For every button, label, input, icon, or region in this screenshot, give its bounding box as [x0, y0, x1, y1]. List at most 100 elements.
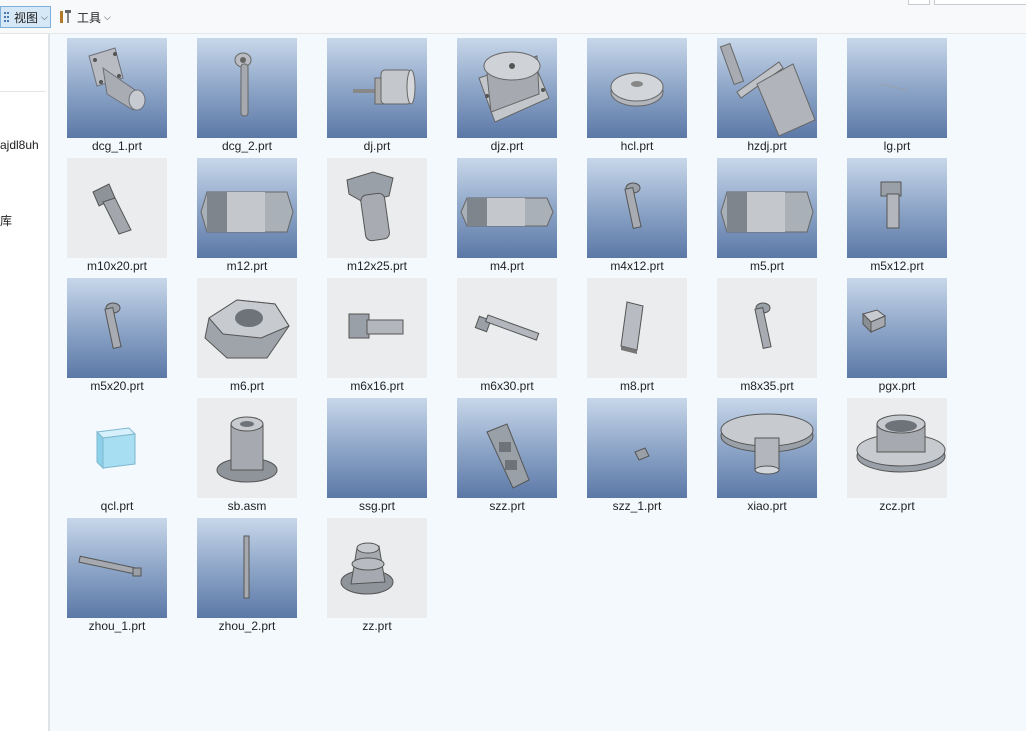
- file-name: djz.prt: [490, 139, 524, 153]
- file-thumbnail: [67, 398, 167, 498]
- file-name: m4.prt: [489, 259, 524, 273]
- file-grid: dcg_1.prt dcg_2.prt dj.prt djz.prt hcl.prt hz…: [50, 34, 1026, 731]
- file-thumbnail: [327, 158, 427, 258]
- file-name: m8.prt: [619, 379, 654, 393]
- file-item[interactable]: xiao.prt: [711, 394, 821, 513]
- file-thumbnail: [457, 278, 557, 378]
- file-name: szz_1.prt: [612, 499, 662, 513]
- sidebar-item[interactable]: ajdl8uh: [0, 138, 48, 152]
- search-field-edge[interactable]: [934, 0, 1026, 5]
- file-item[interactable]: m5x20.prt: [61, 274, 171, 393]
- file-thumbnail: [587, 38, 687, 138]
- file-thumbnail: [327, 398, 427, 498]
- file-thumbnail: [457, 158, 557, 258]
- file-item[interactable]: djz.prt: [451, 34, 561, 153]
- file-item[interactable]: m8x35.prt: [711, 274, 821, 393]
- file-name: zhou_2.prt: [218, 619, 276, 633]
- file-name: m6x16.prt: [350, 379, 404, 393]
- chevron-down-icon: ⌵: [41, 11, 48, 22]
- file-item[interactable]: dj.prt: [321, 34, 431, 153]
- file-thumbnail: [197, 518, 297, 618]
- file-thumbnail: [67, 158, 167, 258]
- file-name: m12x25.prt: [346, 259, 408, 273]
- file-name: zcz.prt: [879, 499, 915, 513]
- file-thumbnail: [197, 38, 297, 138]
- file-thumbnail: [847, 38, 947, 138]
- file-thumbnail: [717, 278, 817, 378]
- toolbar-field-edge[interactable]: [908, 0, 930, 5]
- file-thumbnail: [67, 38, 167, 138]
- file-name: m5x12.prt: [870, 259, 924, 273]
- file-name: m6x30.prt: [480, 379, 534, 393]
- file-name: m4x12.prt: [610, 259, 664, 273]
- file-item[interactable]: ssg.prt: [321, 394, 431, 513]
- file-item[interactable]: m10x20.prt: [61, 154, 171, 273]
- file-thumbnail: [847, 398, 947, 498]
- file-thumbnail: [327, 38, 427, 138]
- file-thumbnail: [457, 38, 557, 138]
- file-thumbnail: [717, 38, 817, 138]
- file-item[interactable]: zz.prt: [321, 514, 431, 633]
- file-name: dcg_1.prt: [91, 139, 143, 153]
- file-name: qcl.prt: [100, 499, 134, 513]
- tools-menu-label: 工具: [77, 10, 102, 25]
- file-thumbnail: [847, 278, 947, 378]
- view-menu-button[interactable]: 视图 ⌵: [0, 6, 51, 28]
- file-item[interactable]: zhou_1.prt: [61, 514, 171, 633]
- file-item[interactable]: m6x16.prt: [321, 274, 431, 393]
- tools-menu-button[interactable]: 工具 ⌵: [56, 6, 120, 28]
- file-item[interactable]: hzdj.prt: [711, 34, 821, 153]
- file-item[interactable]: pgx.prt: [841, 274, 951, 393]
- file-name: ssg.prt: [358, 499, 395, 513]
- toolbar: 视图 ⌵ 工具 ⌵: [0, 0, 1026, 34]
- file-name: m12.prt: [226, 259, 268, 273]
- file-name: szz.prt: [489, 499, 525, 513]
- file-name: lg.prt: [883, 139, 911, 153]
- file-name: hzdj.prt: [747, 139, 787, 153]
- file-item[interactable]: m6.prt: [191, 274, 301, 393]
- file-name: dj.prt: [363, 139, 391, 153]
- file-name: m5x20.prt: [90, 379, 144, 393]
- file-item[interactable]: m6x30.prt: [451, 274, 561, 393]
- file-item[interactable]: m4x12.prt: [581, 154, 691, 273]
- file-thumbnail: [587, 278, 687, 378]
- sidebar-separator: [0, 91, 46, 92]
- view-icon: [4, 12, 9, 22]
- file-item[interactable]: lg.prt: [841, 34, 951, 153]
- file-item[interactable]: m12x25.prt: [321, 154, 431, 273]
- file-item[interactable]: szz.prt: [451, 394, 561, 513]
- file-item[interactable]: zcz.prt: [841, 394, 951, 513]
- sidebar-item[interactable]: 库: [0, 212, 48, 229]
- file-thumbnail: [587, 398, 687, 498]
- file-thumbnail: [847, 158, 947, 258]
- file-item[interactable]: zhou_2.prt: [191, 514, 301, 633]
- file-name: m5.prt: [749, 259, 784, 273]
- file-item[interactable]: szz_1.prt: [581, 394, 691, 513]
- file-thumbnail: [197, 398, 297, 498]
- file-item[interactable]: m5x12.prt: [841, 154, 951, 273]
- file-item[interactable]: dcg_1.prt: [61, 34, 171, 153]
- file-name: zz.prt: [362, 619, 392, 633]
- navigation-pane: ajdl8uh 库: [0, 34, 48, 731]
- file-thumbnail: [587, 158, 687, 258]
- file-name: m6.prt: [229, 379, 264, 393]
- file-item[interactable]: m12.prt: [191, 154, 301, 273]
- file-item[interactable]: m5.prt: [711, 154, 821, 273]
- file-item[interactable]: dcg_2.prt: [191, 34, 301, 153]
- file-thumbnail: [197, 158, 297, 258]
- file-thumbnail: [717, 158, 817, 258]
- file-thumbnail: [457, 398, 557, 498]
- file-item[interactable]: sb.asm: [191, 394, 301, 513]
- file-name: dcg_2.prt: [221, 139, 273, 153]
- file-thumbnail: [327, 278, 427, 378]
- tools-icon: [60, 10, 71, 23]
- file-item[interactable]: hcl.prt: [581, 34, 691, 153]
- file-item[interactable]: m8.prt: [581, 274, 691, 393]
- file-item[interactable]: m4.prt: [451, 154, 561, 273]
- file-thumbnail: [717, 398, 817, 498]
- file-name: xiao.prt: [747, 499, 787, 513]
- file-name: m8x35.prt: [740, 379, 794, 393]
- file-thumbnail: [67, 278, 167, 378]
- file-name: pgx.prt: [878, 379, 916, 393]
- file-item[interactable]: qcl.prt: [61, 394, 171, 513]
